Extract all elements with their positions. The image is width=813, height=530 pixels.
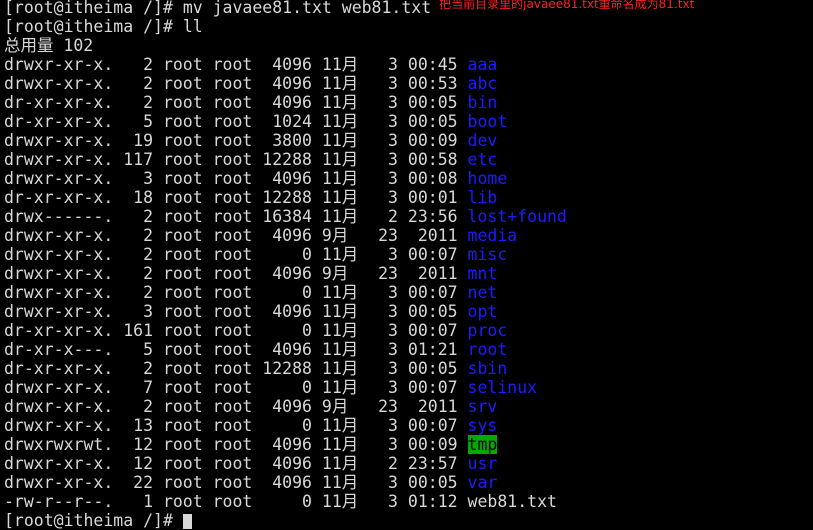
command-line-mv: [root@itheima /]# mv javaee81.txt web81.… [4,0,813,17]
entry-metadata: drwxrwxrwt. 12 root root 4096 11月 3 00:0… [4,435,468,454]
directory-name: media [467,226,518,245]
directory-name: mnt [467,264,498,283]
annotation-note: 把当前目录里的javaee81.txt重命名成为81.txt [439,0,695,11]
listing-row: -rw-r--r--. 1 root root 0 11月 3 01:12 we… [4,492,813,511]
entry-metadata: drwxr-xr-x. 2 root root 4096 11月 3 00:45 [4,55,468,74]
shell-prompt: [root@itheima /]# [4,0,183,17]
listing-row: drwxr-xr-x. 2 root root 4096 11月 3 00:53… [4,74,813,93]
entry-metadata: -rw-r--r--. 1 root root 0 11月 3 01:12 [4,492,468,511]
listing-row: drwxr-xr-x. 2 root root 4096 9月 23 2011 … [4,397,813,416]
listing-row: drwx------. 2 root root 16384 11月 2 23:5… [4,207,813,226]
shell-prompt: [root@itheima /]# [4,511,183,530]
command-text: mv javaee81.txt web81.txt [182,0,432,17]
directory-name: srv [467,397,498,416]
entry-metadata: drwxr-xr-x. 2 root root 4096 9月 23 2011 [4,397,468,416]
directory-name: sbin [467,359,508,378]
directory-name: home [467,169,508,188]
entry-metadata: drwxr-xr-x. 2 root root 4096 9月 23 2011 [4,264,468,283]
directory-name: bin [467,93,498,112]
entry-metadata: drwx------. 2 root root 16384 11月 2 23:5… [4,207,468,226]
listing-row: dr-xr-x---. 5 root root 4096 11月 3 01:21… [4,340,813,359]
entry-metadata: drwxr-xr-x. 7 root root 0 11月 3 00:07 [4,378,468,397]
entry-metadata: dr-xr-xr-x. 161 root root 0 11月 3 00:07 [4,321,468,340]
total-line: 总用量 102 [4,36,94,55]
directory-name: net [467,283,498,302]
terminal-window[interactable]: [root@itheima /]# mv javaee81.txt web81.… [4,0,813,530]
listing-row: drwxr-xr-x. 7 root root 0 11月 3 00:07 se… [4,378,813,397]
entry-metadata: dr-xr-xr-x. 18 root root 12288 11月 3 00:… [4,188,468,207]
entry-metadata: dr-xr-xr-x. 5 root root 1024 11月 3 00:05 [4,112,468,131]
directory-name: root [467,340,508,359]
entry-metadata: dr-xr-xr-x. 2 root root 4096 11月 3 00:05 [4,93,468,112]
command-line-ll: [root@itheima /]# ll [4,17,813,36]
entry-metadata: drwxr-xr-x. 12 root root 4096 11月 2 23:5… [4,454,468,473]
listing-row: drwxr-xr-x. 19 root root 3800 11月 3 00:0… [4,131,813,150]
directory-name: opt [467,302,498,321]
listing-row: dr-xr-xr-x. 18 root root 12288 11月 3 00:… [4,188,813,207]
file-listing: drwxr-xr-x. 2 root root 4096 11月 3 00:45… [4,55,813,511]
listing-row: drwxr-xr-x. 2 root root 0 11月 3 00:07 mi… [4,245,813,264]
listing-row: drwxr-xr-x. 2 root root 0 11月 3 00:07 ne… [4,283,813,302]
entry-metadata: dr-xr-x---. 5 root root 4096 11月 3 01:21 [4,340,468,359]
listing-row: drwxr-xr-x. 2 root root 4096 9月 23 2011 … [4,226,813,245]
listing-row: drwxr-xr-x. 22 root root 4096 11月 3 00:0… [4,473,813,492]
listing-row: drwxr-xr-x. 3 root root 4096 11月 3 00:08… [4,169,813,188]
text-cursor [182,514,192,529]
entry-metadata: drwxr-xr-x. 2 root root 0 11月 3 00:07 [4,283,468,302]
directory-name: etc [467,150,498,169]
directory-name: proc [467,321,508,340]
listing-row: dr-xr-xr-x. 5 root root 1024 11月 3 00:05… [4,112,813,131]
directory-name: usr [467,454,498,473]
directory-name: tmp [467,435,498,454]
directory-name: abc [467,74,498,93]
directory-name: sys [467,416,498,435]
entry-metadata: drwxr-xr-x. 22 root root 4096 11月 3 00:0… [4,473,468,492]
entry-metadata: drwxr-xr-x. 2 root root 0 11月 3 00:07 [4,245,468,264]
listing-row: drwxr-xr-x. 13 root root 0 11月 3 00:07 s… [4,416,813,435]
directory-name: var [467,473,498,492]
directory-name: lost+found [467,207,567,226]
command-line-current[interactable]: [root@itheima /]# [4,511,813,530]
directory-name: misc [467,245,508,264]
directory-name: dev [467,131,498,150]
listing-row: drwxr-xr-x. 2 root root 4096 9月 23 2011 … [4,264,813,283]
listing-row: drwxr-xr-x. 3 root root 4096 11月 3 00:05… [4,302,813,321]
entry-metadata: drwxr-xr-x. 117 root root 12288 11月 3 00… [4,150,468,169]
entry-metadata: drwxr-xr-x. 2 root root 4096 11月 3 00:53 [4,74,468,93]
listing-row: drwxr-xr-x. 12 root root 4096 11月 2 23:5… [4,454,813,473]
entry-metadata: dr-xr-xr-x. 2 root root 12288 11月 3 00:0… [4,359,468,378]
directory-name: selinux [467,378,538,397]
shell-prompt: [root@itheima /]# [4,17,183,36]
listing-row: drwxr-xr-x. 2 root root 4096 11月 3 00:45… [4,55,813,74]
directory-name: aaa [467,55,498,74]
entry-metadata: drwxr-xr-x. 2 root root 4096 9月 23 2011 [4,226,468,245]
listing-row: dr-xr-xr-x. 2 root root 12288 11月 3 00:0… [4,359,813,378]
listing-row: dr-xr-xr-x. 2 root root 4096 11月 3 00:05… [4,93,813,112]
entry-metadata: drwxr-xr-x. 19 root root 3800 11月 3 00:0… [4,131,468,150]
listing-row: drwxrwxrwt. 12 root root 4096 11月 3 00:0… [4,435,813,454]
directory-name: boot [467,112,508,131]
directory-name: lib [467,188,498,207]
listing-row: drwxr-xr-x. 117 root root 12288 11月 3 00… [4,150,813,169]
entry-metadata: drwxr-xr-x. 3 root root 4096 11月 3 00:08 [4,169,468,188]
file-name: web81.txt [467,492,557,511]
entry-metadata: drwxr-xr-x. 13 root root 0 11月 3 00:07 [4,416,468,435]
command-text: ll [182,17,203,36]
entry-metadata: drwxr-xr-x. 3 root root 4096 11月 3 00:05 [4,302,468,321]
listing-row: dr-xr-xr-x. 161 root root 0 11月 3 00:07 … [4,321,813,340]
